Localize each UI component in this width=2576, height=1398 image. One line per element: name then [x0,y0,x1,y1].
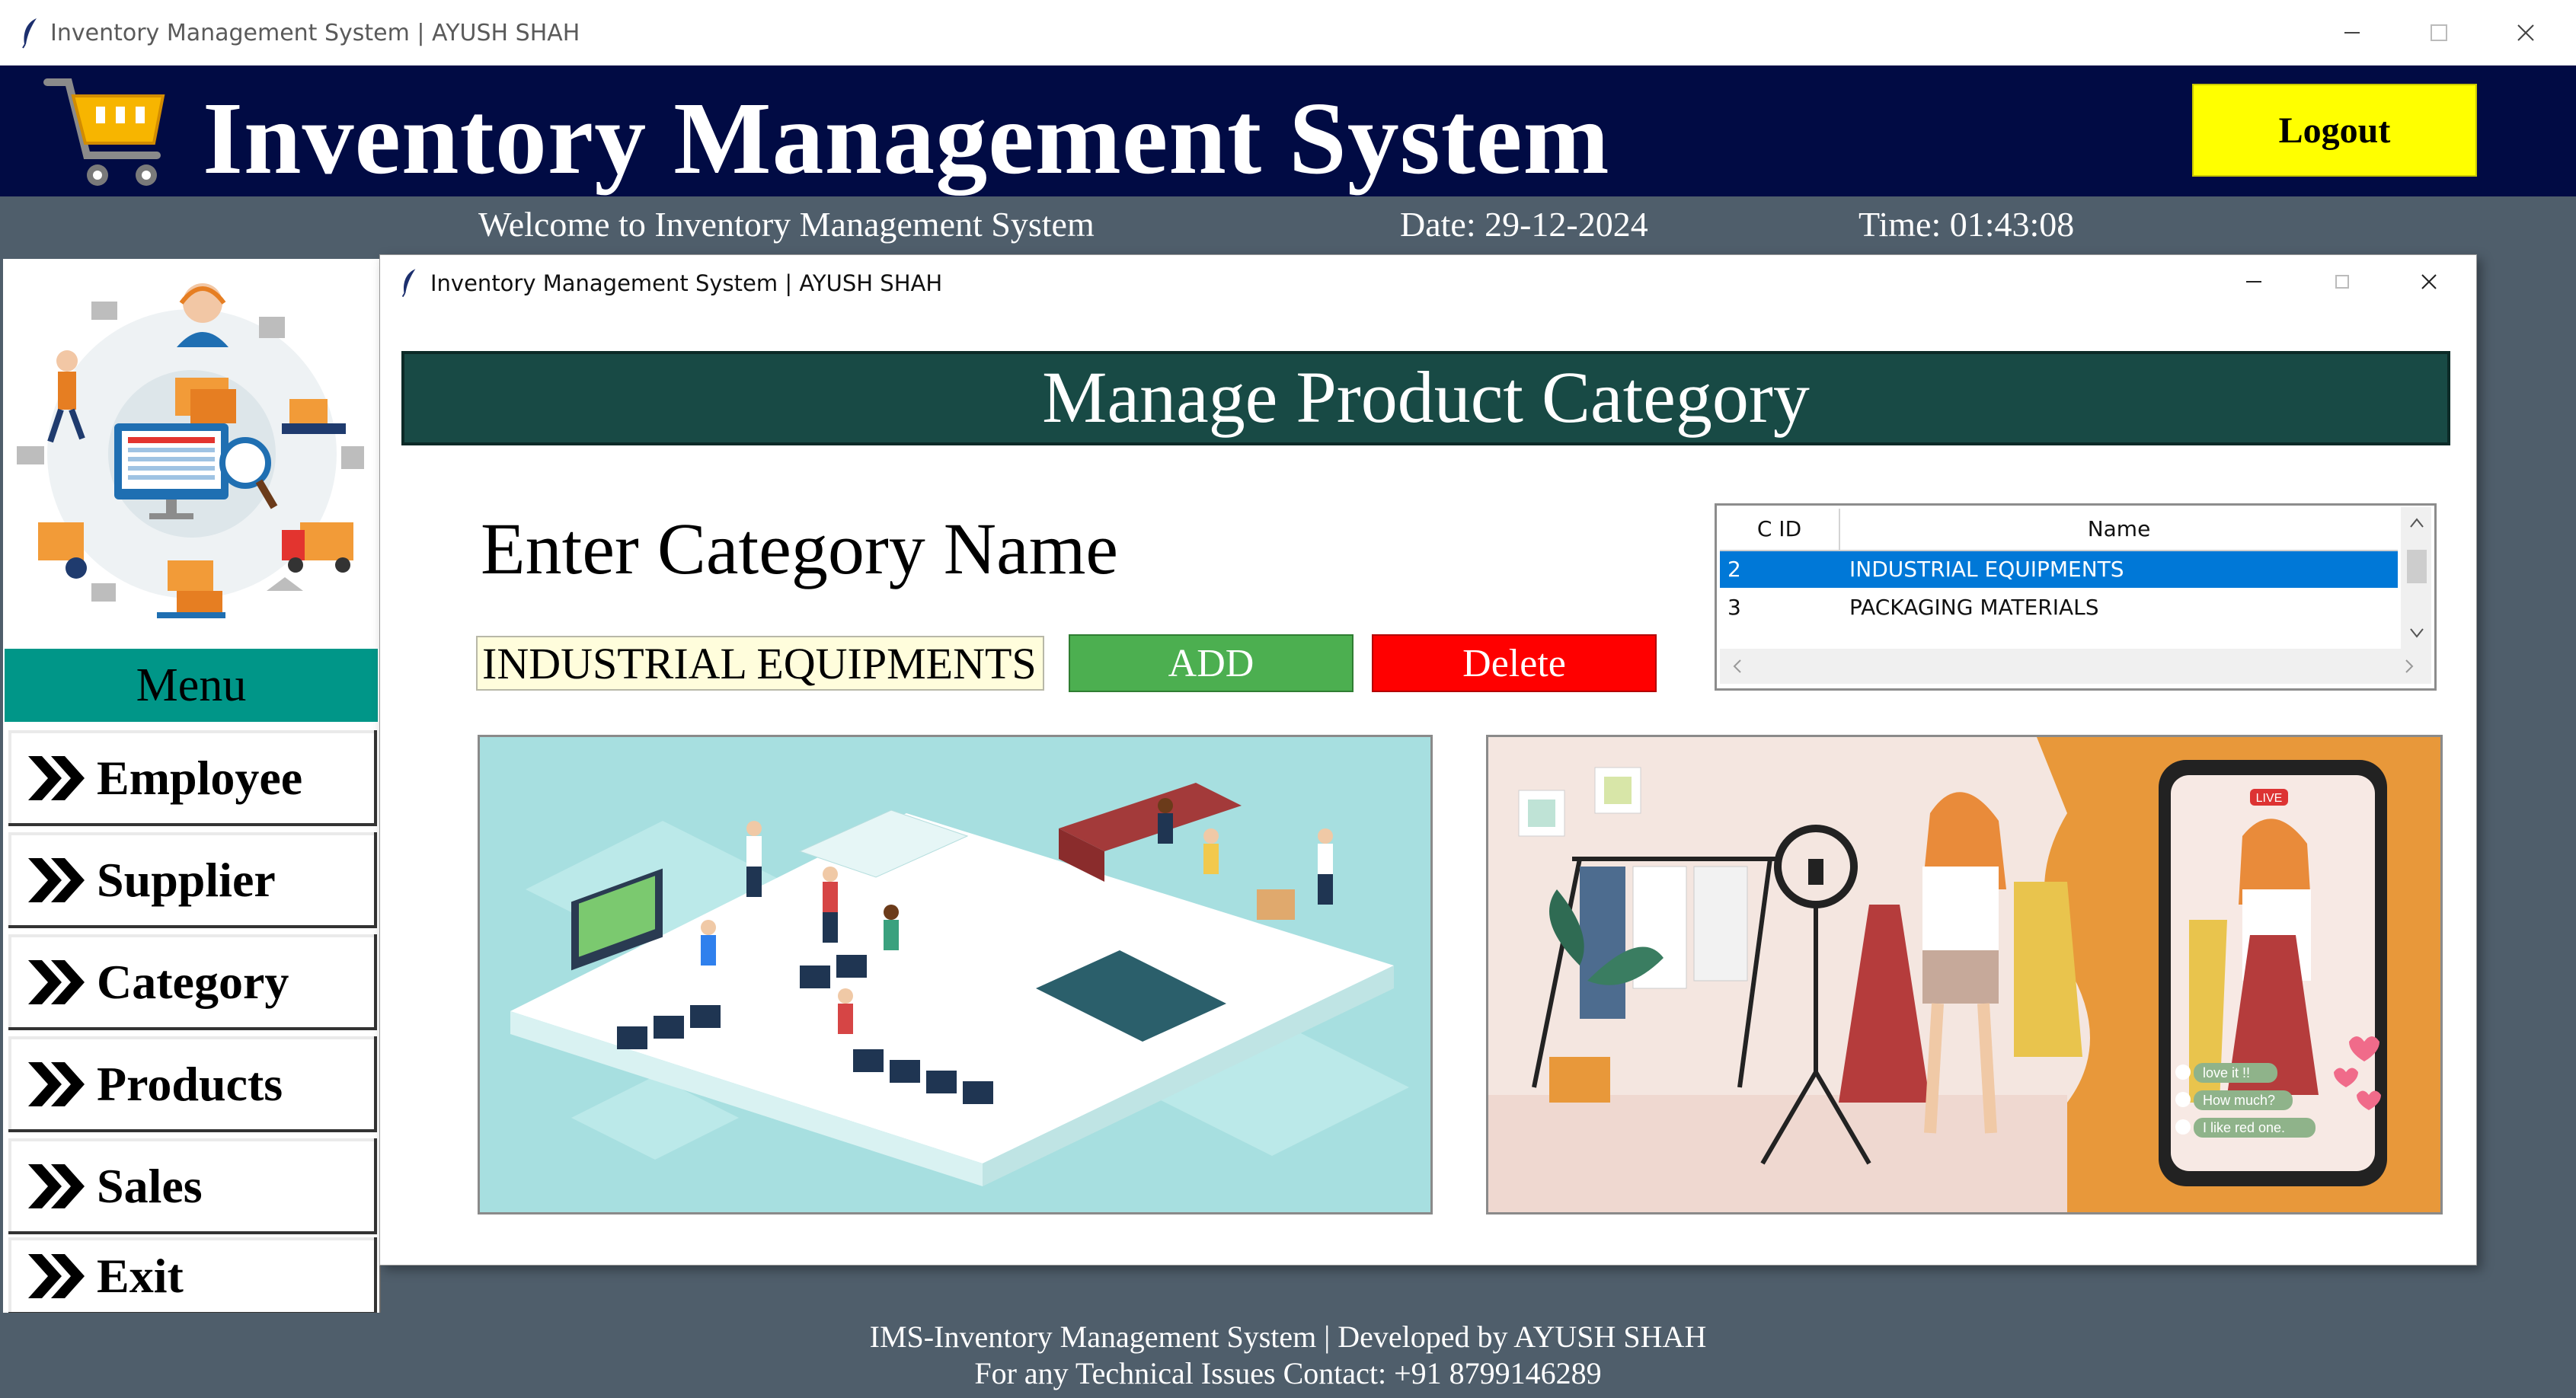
store-illustration [478,735,1433,1214]
menu-item-category[interactable]: Category [6,932,379,1033]
menu-item-products[interactable]: Products [6,1034,379,1135]
close-icon [2517,24,2534,41]
double-chevron-right-icon [28,1062,85,1106]
cell-cid: 2 [1727,557,1741,582]
minimize-button[interactable] [2329,14,2375,52]
cell-cid: 3 [1727,595,1741,620]
double-chevron-right-icon [28,1254,85,1298]
maximize-icon [2335,275,2349,289]
delete-button[interactable]: Delete [1372,634,1657,692]
inventory-illustration [8,263,376,644]
add-button[interactable]: ADD [1069,634,1354,692]
category-table: C ID Name 2 INDUSTRIAL EQUIPMENTS 3 PACK… [1715,503,2437,691]
welcome-text: Welcome to Inventory Management System [478,205,1095,244]
cell-name: PACKAGING MATERIALS [1849,595,2099,620]
maximize-icon [2431,24,2447,41]
category-window-titlebar: Inventory Management System | AYUSH SHAH [380,255,2476,311]
sidebar: Menu Employee Supplier Category Products [3,259,381,1317]
chevron-right-icon[interactable] [2398,655,2421,678]
menu-item-label: Supplier [97,853,276,907]
store-illustration-art [480,737,1430,1212]
time-text: Time: 01:43:08 [1858,205,2075,244]
window-titlebar: Inventory Management System | AYUSH SHAH [0,0,2576,66]
chat-message: I like red one. [2203,1120,2285,1135]
double-chevron-right-icon [28,858,85,902]
category-name-input[interactable]: INDUSTRIAL EQUIPMENTS [476,636,1044,691]
vertical-scrollbar[interactable] [2401,507,2431,649]
category-window-title: Inventory Management System | AYUSH SHAH [430,270,943,296]
menu-item-sales[interactable]: Sales [6,1136,379,1237]
chevron-left-icon[interactable] [1726,655,1749,678]
minimize-icon [2246,281,2261,282]
double-chevron-right-icon [28,756,85,800]
maximize-button[interactable] [2319,263,2365,301]
minimize-icon [2344,32,2360,34]
window-title: Inventory Management System | AYUSH SHAH [50,20,580,46]
table-header: C ID Name [1720,509,2398,551]
horizontal-scrollbar[interactable] [1720,649,2431,684]
category-name-label: Enter Category Name [481,508,1118,589]
table-row[interactable]: 3 PACKAGING MATERIALS [1720,589,2398,626]
chat-message: How much? [2203,1093,2275,1108]
feather-icon [401,269,416,298]
double-chevron-right-icon [28,960,85,1004]
cell-name: INDUSTRIAL EQUIPMENTS [1849,557,2124,582]
menu-item-label: Sales [97,1159,203,1213]
minimize-button[interactable] [2231,263,2277,301]
date-text: Date: 29-12-2024 [1400,205,1648,244]
footer-credit: IMS-Inventory Management System | Develo… [869,1320,1707,1354]
chevron-up-icon[interactable] [2407,512,2427,535]
close-icon [2421,274,2437,289]
live-shopping-illustration-art: LIVE love it !! How much? I like red one… [1488,737,2440,1212]
scrollbar-thumb[interactable] [2407,550,2427,583]
status-bar: Welcome to Inventory Management System D… [0,196,2576,257]
app-header: Inventory Management System Logout [0,65,2576,196]
menu-item-label: Category [97,955,289,1009]
logout-button[interactable]: Logout [2192,84,2477,177]
feather-icon [22,18,37,49]
menu-heading: Menu [5,649,378,722]
shopping-cart-icon [43,78,165,186]
menu-item-label: Exit [97,1249,184,1303]
page-title: Manage Product Category [401,351,2450,445]
menu-item-label: Products [97,1057,283,1111]
menu-item-supplier[interactable]: Supplier [6,830,379,930]
menu-item-employee[interactable]: Employee [6,728,379,828]
live-shopping-illustration: LIVE love it !! How much? I like red one… [1486,735,2443,1214]
column-header-cid[interactable]: C ID [1720,509,1840,550]
close-button[interactable] [2406,263,2452,301]
menu-item-label: Employee [97,751,303,805]
footer-contact: For any Technical Issues Contact: +91 87… [974,1356,1602,1390]
close-button[interactable] [2503,14,2549,52]
app-title: Inventory Management System [203,81,1610,196]
category-window: Inventory Management System | AYUSH SHAH… [379,254,2477,1266]
live-badge: LIVE [2256,792,2283,805]
table-row[interactable]: 2 INDUSTRIAL EQUIPMENTS [1720,551,2398,588]
footer: IMS-Inventory Management System | Develo… [0,1313,2576,1398]
column-header-name[interactable]: Name [1840,509,2398,550]
double-chevron-right-icon [28,1164,85,1208]
menu-item-exit[interactable]: Exit [6,1235,379,1317]
chevron-down-icon[interactable] [2407,621,2427,644]
maximize-button[interactable] [2416,14,2462,52]
chat-message: love it !! [2203,1065,2250,1080]
